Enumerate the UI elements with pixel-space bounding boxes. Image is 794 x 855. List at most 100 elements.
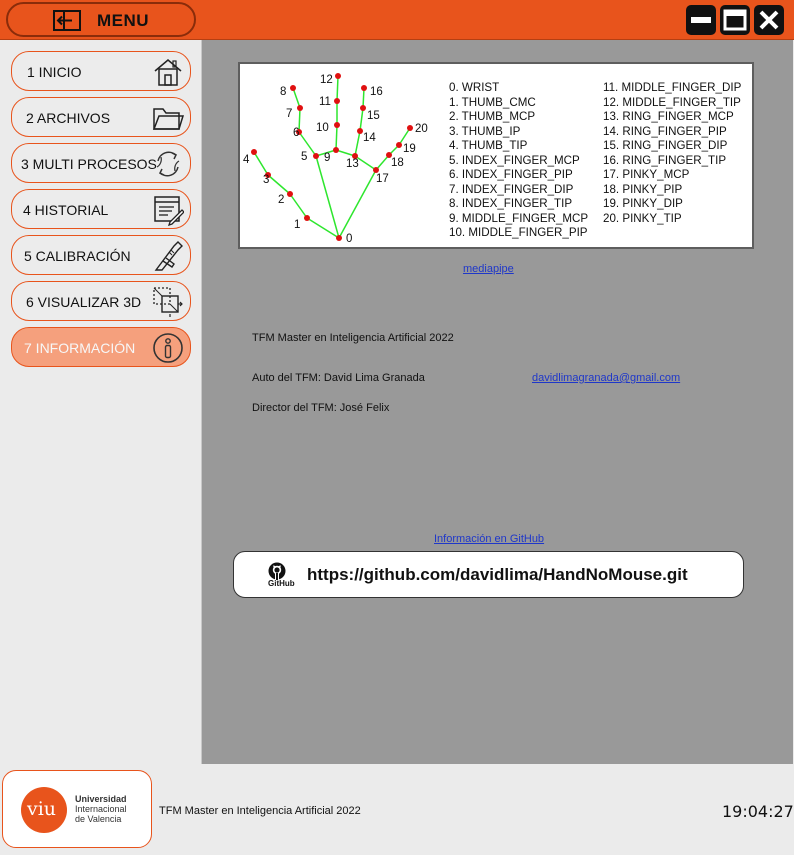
- sidebar-item-label: 3 MULTI PROCESOS: [21, 156, 157, 172]
- hand-point-label: 2: [278, 194, 284, 206]
- refresh-icon: [156, 151, 180, 177]
- hand-landmark-point: [336, 235, 342, 241]
- history-icon: [154, 196, 184, 226]
- caliper-icon: [154, 241, 183, 271]
- landmark-item: 8. INDEX_FINGER_TIP: [449, 197, 573, 210]
- landmark-item: 1. THUMB_CMC: [449, 95, 536, 109]
- hand-point-label: 15: [367, 110, 380, 122]
- hand-point-label: 14: [363, 132, 376, 144]
- hand-landmark-point: [290, 85, 296, 91]
- landmark-list-col1: 0. WRIST 1. THUMB_CMC 2. THUMB_MCP 3. THUMB…: [449, 81, 588, 241]
- landmark-item: 0. WRIST: [449, 81, 500, 94]
- author-text: Auto del TFM: David Lima Granada: [252, 372, 425, 384]
- hand-point-label: 12: [320, 74, 333, 86]
- hand-landmark-point: [333, 147, 339, 153]
- university-line3: de Valencia: [75, 814, 122, 824]
- hand-landmarks-diagram: 01234 567891011121314151617181920: [243, 73, 428, 244]
- menu-toggle-button[interactable]: MENU: [6, 2, 196, 37]
- sidebar-item-label: 7 INFORMACIÓN: [24, 340, 136, 356]
- landmark-item: 12. MIDDLE_FINGER_TIP: [603, 95, 741, 109]
- info-panel: 0 1 2 3 4 5 6 7 8 9 10 11 12 13 14 15 16 17 18 19 20 0. WRIS…: [201, 40, 793, 764]
- hand-point-label: 9: [324, 152, 330, 164]
- exit-sidebar-icon: [53, 10, 81, 31]
- hand-connection-line: [289, 193, 308, 219]
- viu-logo-text: viu: [27, 798, 57, 820]
- hand-landmark-point: [360, 105, 366, 111]
- hand-landmark-point: [304, 215, 310, 221]
- landmark-item: 13. RING_FINGER_MCP: [603, 110, 734, 123]
- sidebar-item-archivos[interactable]: 2 ARCHIVOS: [11, 97, 191, 137]
- title-bar: MENU: [0, 0, 794, 40]
- landmark-item: 11. MIDDLE_FINGER_DIP: [603, 81, 742, 94]
- sidebar-item-multi-procesos[interactable]: 3 MULTI PROCESOS: [11, 143, 191, 183]
- sidebar-item-informacion[interactable]: 7 INFORMACIÓN: [11, 327, 191, 367]
- hand-connection-line: [292, 87, 301, 109]
- hand-connection-line: [253, 151, 269, 176]
- hand-point-label: 18: [391, 157, 404, 169]
- landmark-item: 20. PINKY_TIP: [603, 211, 682, 225]
- sidebar-item-label: 4 HISTORIAL: [23, 202, 109, 218]
- hand-point-label: 6: [293, 127, 299, 139]
- hand-connections: [253, 75, 411, 239]
- landmark-item: 19. PINKY_DIP: [603, 197, 683, 210]
- sidebar-item-label: 6 VISUALIZAR 3D: [26, 294, 142, 310]
- landmark-item: 7. INDEX_FINGER_DIP: [449, 182, 574, 196]
- landmark-item: 17. PINKY_MCP: [603, 168, 690, 181]
- landmark-item: 3. THUMB_IP: [449, 124, 521, 138]
- hand-landmark-point: [334, 98, 340, 104]
- landmark-item: 15. RING_FINGER_DIP: [603, 139, 728, 152]
- sidebar-item-visualizar-3d[interactable]: 6 VISUALIZAR 3D: [11, 281, 191, 321]
- hand-connection-line: [338, 169, 377, 239]
- landmark-item: 18. PINKY_PIP: [603, 182, 683, 196]
- landmark-item: 16. RING_FINGER_TIP: [603, 153, 727, 167]
- university-name: Universidad Internacional de Valencia: [75, 794, 127, 824]
- close-button[interactable]: [754, 5, 784, 35]
- sidebar-item-calibracion[interactable]: 5 CALIBRACIÓN: [11, 235, 191, 275]
- sidebar-item-historial[interactable]: 4 HISTORIAL: [11, 189, 191, 229]
- close-icon: [759, 10, 779, 30]
- github-info-link[interactable]: Información en GitHub: [434, 533, 544, 545]
- hand-point-label: 4: [243, 154, 250, 166]
- hand-landmark-point: [335, 73, 341, 79]
- tfm-title: TFM Master en Inteligencia Artificial 20…: [252, 332, 454, 344]
- hand-point-label: 19: [403, 143, 416, 155]
- hand-connection-line: [359, 107, 364, 132]
- maximize-button[interactable]: [720, 5, 750, 35]
- menu-label: MENU: [97, 11, 150, 30]
- minimize-icon: [691, 17, 711, 23]
- hand-point-label: 3: [263, 174, 269, 186]
- landmark-item: 14. RING_FINGER_PIP: [603, 124, 727, 138]
- sidebar-item-inicio[interactable]: 1 INICIO: [11, 51, 191, 91]
- university-line2: Internacional: [75, 804, 127, 814]
- clock: 19:04:27: [722, 802, 794, 821]
- hand-connection-line: [267, 174, 291, 195]
- sidebar-item-label: 2 ARCHIVOS: [26, 110, 111, 126]
- hand-point-label: 17: [376, 173, 389, 185]
- mediapipe-link[interactable]: mediapipe: [463, 263, 514, 275]
- hand-landmark-point: [297, 105, 303, 111]
- hand-connection-line: [362, 87, 365, 109]
- landmark-item: 9. MIDDLE_FINGER_MCP: [449, 211, 589, 225]
- 3d-icon: [153, 287, 183, 317]
- hand-connection-line: [354, 130, 361, 157]
- hand-landmarks-figure: 0 1 2 3 4 5 6 7 8 9 10 11 12 13 14 15 16 17 18 19 20 0. WRIS…: [238, 62, 754, 249]
- hand-landmark-point: [361, 85, 367, 91]
- footer-caption: TFM Master en Inteligencia Artificial 20…: [159, 805, 361, 817]
- hand-point-label: 16: [370, 86, 383, 98]
- hand-point-label: 0: [346, 233, 352, 244]
- hand-point-label: 5: [301, 151, 307, 163]
- github-url: https://github.com/davidlima/HandNoMouse…: [307, 565, 688, 584]
- hand-point-label: 8: [280, 86, 286, 98]
- landmark-item: 5. INDEX_FINGER_MCP: [449, 153, 580, 167]
- landmark-item: 2. THUMB_MCP: [449, 110, 536, 123]
- university-line1: Universidad: [75, 794, 127, 804]
- home-icon: [154, 59, 182, 86]
- email-link[interactable]: davidlimagranada@gmail.com: [532, 372, 680, 384]
- github-icon: [268, 562, 286, 580]
- hand-landmark-point: [313, 153, 319, 159]
- sidebar-item-label: 5 CALIBRACIÓN: [24, 248, 131, 264]
- github-repo-button[interactable]: GitHub https://github.com/davidlima/Hand…: [233, 551, 744, 598]
- minimize-button[interactable]: [686, 5, 716, 35]
- hand-point-label: 11: [319, 96, 331, 108]
- university-logo: viu Universidad Internacional de Valenci…: [2, 770, 152, 848]
